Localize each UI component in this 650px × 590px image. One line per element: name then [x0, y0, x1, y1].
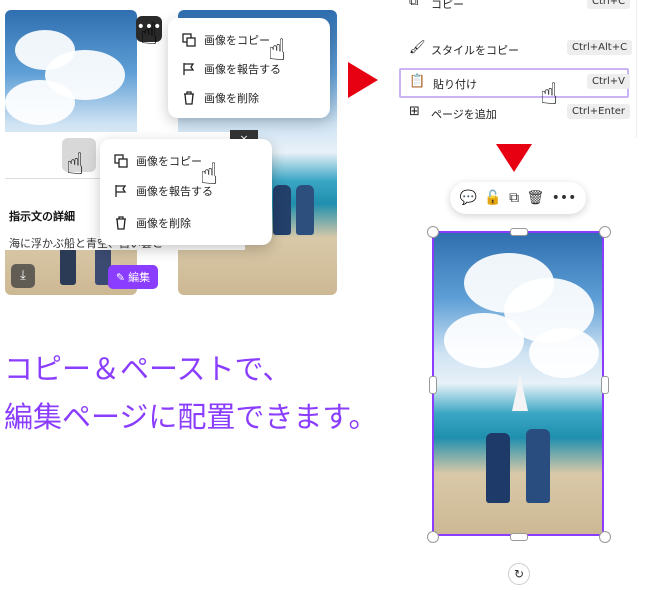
sailboat [512, 375, 528, 411]
menu-item-delete-image[interactable]: 画像を削除 [100, 209, 272, 237]
resize-handle[interactable] [599, 531, 611, 543]
rotate-icon: ↻ [513, 567, 525, 581]
menu-item-report-image[interactable]: 画像を報告する [168, 55, 330, 83]
menu-row-copy[interactable]: ⧉ コピー Ctrl+C [393, 0, 636, 14]
menu-item-label: 画像をコピー [204, 34, 270, 47]
context-menu-front: 画像をコピー 画像を報告する 画像を削除 [100, 139, 272, 245]
menu-item-label: 画像をコピー [136, 155, 202, 168]
copy-icon [114, 154, 128, 168]
edit-button-label: 編集 [128, 271, 151, 284]
resize-handle[interactable] [427, 531, 439, 543]
resize-handle[interactable] [601, 376, 609, 394]
pointer-hand-icon: ☝ [268, 33, 287, 68]
pointer-hand-icon: ☝ [66, 147, 85, 182]
caption-line-2: 編集ページに配置できます。 [4, 400, 378, 434]
resize-handle[interactable] [427, 226, 439, 238]
pointer-hand-icon: ☝ [540, 77, 559, 112]
rotate-button[interactable]: ↻ [508, 563, 530, 585]
resize-handle[interactable] [510, 533, 528, 541]
menu-item-report-image[interactable]: 画像を報告する [100, 177, 272, 205]
menu-item-copy-image[interactable]: 画像をコピー [168, 26, 330, 54]
resize-handle[interactable] [599, 226, 611, 238]
menu-item-copy-image[interactable]: 画像をコピー [100, 147, 272, 175]
menu-row-add-page[interactable]: ⊞ ページを追加 Ctrl+Enter [393, 100, 636, 126]
download-button[interactable]: ⤓ [11, 264, 35, 288]
edit-button[interactable]: ✎ 編集 [108, 265, 158, 289]
element-toolbar: 💬 🔓 ⧉ 🗑 ••• [450, 182, 586, 214]
download-icon: ⤓ [20, 268, 26, 283]
lock-icon[interactable]: 🔓 [484, 190, 501, 206]
menu-row-copy-style[interactable]: 🖌 スタイルをコピー Ctrl+Alt+C [393, 36, 636, 62]
flag-icon [183, 63, 195, 75]
pointer-hand-icon: ☝ [140, 17, 159, 52]
menu-item-label: 画像を削除 [136, 217, 191, 230]
clipboard-icon: 📋 [409, 74, 426, 89]
trash-icon [116, 216, 126, 230]
copy-icon [182, 33, 196, 47]
context-menu-top: 画像をコピー 画像を報告する 画像を削除 [168, 18, 330, 118]
editor-context-menu: ⧉ コピー Ctrl+C 🖌 スタイルをコピー Ctrl+Alt+C 📋 貼り付… [393, 0, 637, 138]
edit-icon: ✎ [115, 270, 126, 284]
trash-icon [184, 91, 194, 105]
flag-icon [115, 185, 127, 197]
trash-icon[interactable]: 🗑 [526, 190, 544, 206]
resize-handle[interactable] [510, 228, 528, 236]
resize-handle[interactable] [429, 376, 437, 394]
menu-item-label: 画像を削除 [204, 92, 259, 105]
duplicate-icon[interactable]: ⧉ [509, 190, 519, 206]
detail-heading: 指示文の詳細 [9, 210, 75, 223]
paint-roller-icon: 🖌 [409, 40, 426, 55]
copy-icon: ⧉ [409, 0, 419, 9]
comment-add-icon[interactable]: 💬 [460, 190, 477, 206]
arrow-down-icon [496, 144, 532, 172]
add-page-icon: ⊞ [409, 104, 420, 119]
menu-item-delete-image[interactable]: 画像を削除 [168, 84, 330, 112]
menu-row-paste[interactable]: 📋 貼り付け Ctrl+V [399, 68, 631, 98]
caption-line-1: コピー＆ペーストで、 [4, 352, 292, 386]
arrow-right-icon [348, 62, 378, 98]
pointer-hand-icon: ☝ [200, 157, 219, 192]
pasted-image[interactable] [432, 231, 604, 536]
more-icon[interactable]: ••• [552, 190, 577, 206]
